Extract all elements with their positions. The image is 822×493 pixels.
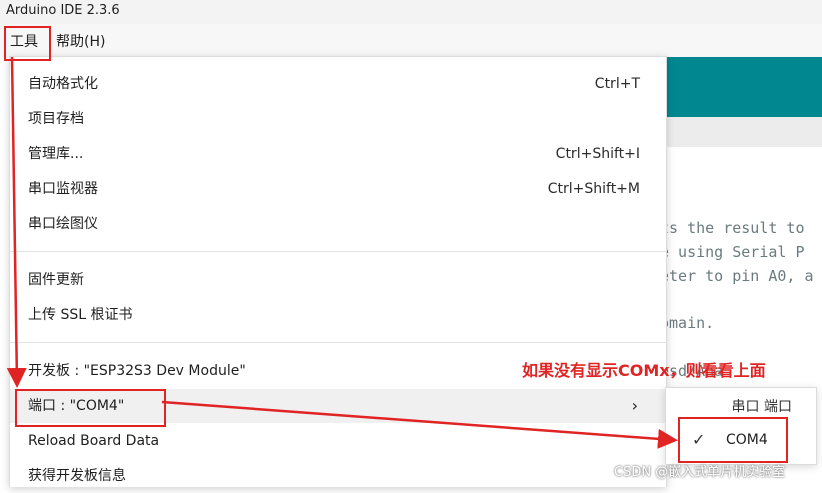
left-edge xyxy=(0,57,4,486)
annotation-text: 如果没有显示COMx，则看看上面 xyxy=(522,361,766,380)
menu-item-manage-libraries[interactable]: 管理库... Ctrl+Shift+I xyxy=(10,137,666,171)
menu-item-label: 串口监视器 xyxy=(28,181,98,197)
menu-item-label: 自动格式化 xyxy=(28,76,98,92)
code-line: ts the result to xyxy=(660,219,805,237)
highlight-box-port xyxy=(15,389,166,427)
menu-item-label: 串口绘图仪 xyxy=(28,216,98,232)
menu-item-shortcut: Ctrl+Shift+M xyxy=(547,181,640,197)
menu-item-label: 管理库... xyxy=(28,146,84,162)
menu-item-shortcut: Ctrl+T xyxy=(594,76,640,92)
menu-item-firmware-update[interactable]: 固件更新 xyxy=(10,263,666,297)
menu-item-upload-ssl[interactable]: 上传 SSL 根证书 xyxy=(10,298,666,332)
code-line: eter to pin A0, a xyxy=(660,267,814,285)
window-title: Arduino IDE 2.3.6 xyxy=(6,3,120,18)
code-line: omain. xyxy=(660,314,715,332)
chevron-right-icon: › xyxy=(631,396,638,415)
menu-item-label: 固件更新 xyxy=(28,272,84,288)
submenu-header: 串口 端口 xyxy=(731,399,792,415)
menu-item-serial-monitor[interactable]: 串口监视器 Ctrl+Shift+M xyxy=(10,172,666,206)
menu-item-label: 项目存档 xyxy=(28,111,84,127)
menu-item-label: 获得开发板信息 xyxy=(28,468,126,484)
menu-separator xyxy=(10,342,666,343)
menu-item-get-board-info[interactable]: 获得开发板信息 xyxy=(10,459,666,493)
menu-item-shortcut: Ctrl+Shift+I xyxy=(555,146,640,162)
menu-item-reload-board-data[interactable]: Reload Board Data xyxy=(10,424,666,458)
menu-item-serial-plotter[interactable]: 串口绘图仪 xyxy=(10,207,666,241)
highlight-box-tools xyxy=(4,26,51,61)
menu-item-label: 上传 SSL 根证书 xyxy=(28,307,133,323)
code-line: e using Serial P xyxy=(660,243,805,261)
menu-bar: 工具 帮助(H) xyxy=(0,24,822,57)
menu-item-auto-format[interactable]: 自动格式化 Ctrl+T xyxy=(10,67,666,101)
highlight-box-com4 xyxy=(678,417,788,463)
watermark: CSDN @嵌入式单片机实验室 xyxy=(614,465,786,480)
menu-item-archive-sketch[interactable]: 项目存档 xyxy=(10,102,666,136)
menu-item-label: Reload Board Data xyxy=(28,433,160,449)
editor-tab-bar xyxy=(660,117,822,147)
editor-toolbar xyxy=(660,57,822,117)
menu-separator xyxy=(10,251,666,252)
title-bar: Arduino IDE 2.3.6 xyxy=(0,0,822,24)
menu-item-label: 开发板 : "ESP32S3 Dev Module" xyxy=(28,363,246,379)
menu-help[interactable]: 帮助(H) xyxy=(52,29,109,55)
